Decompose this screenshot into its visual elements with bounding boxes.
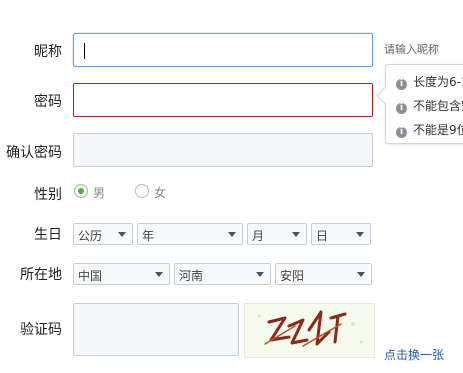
- chevron-down-icon: [118, 232, 126, 237]
- country-select[interactable]: 中国: [73, 263, 170, 285]
- select-value: 日: [316, 229, 329, 243]
- select-value: 安阳: [280, 269, 305, 283]
- location-label: 所在地: [20, 267, 62, 283]
- chevron-down-icon: [228, 232, 236, 237]
- gender-female-label[interactable]: 女: [154, 184, 166, 201]
- select-value: 公历: [78, 229, 103, 243]
- text-caret: [84, 43, 85, 59]
- select-value: 河南: [179, 269, 204, 283]
- city-select[interactable]: 安阳: [275, 263, 372, 285]
- captcha-label: 验证码: [20, 322, 62, 338]
- chevron-down-icon: [357, 272, 365, 277]
- info-icon: i: [396, 103, 407, 114]
- tooltip-rule: i 不能是9位: [396, 121, 463, 138]
- birth-day-select[interactable]: 日: [311, 223, 371, 245]
- gender-male-radio[interactable]: [74, 184, 88, 198]
- province-select[interactable]: 河南: [174, 263, 271, 285]
- chevron-down-icon: [155, 272, 163, 277]
- password-input[interactable]: [73, 83, 373, 117]
- chevron-down-icon: [356, 232, 364, 237]
- chevron-down-icon: [292, 232, 300, 237]
- tooltip-rule: i不能包含空: [396, 97, 463, 114]
- nickname-label: 昵称: [34, 44, 62, 60]
- password-label: 密码: [34, 94, 62, 110]
- select-value: 月: [252, 229, 265, 243]
- birth-month-select[interactable]: 月: [247, 223, 307, 245]
- calendar-type-select[interactable]: 公历: [73, 223, 133, 245]
- tooltip-arrow: [376, 86, 395, 105]
- select-value: 中国: [78, 269, 103, 283]
- gender-label: 性别: [34, 187, 62, 203]
- captcha-image[interactable]: [244, 303, 375, 358]
- gender-female-radio[interactable]: [135, 184, 149, 198]
- birth-year-select[interactable]: 年: [137, 223, 243, 245]
- nickname-rules-tooltip: i长度为6-1 i不能包含空 i不能是9位: [376, 64, 463, 144]
- nickname-hint: 请输入昵称: [384, 43, 439, 56]
- chevron-down-icon: [256, 272, 264, 277]
- captcha-input[interactable]: [73, 303, 239, 356]
- info-icon: i: [396, 79, 407, 90]
- confirm-password-label: 确认密码: [6, 145, 62, 161]
- tooltip-rule: i长度为6-1: [396, 73, 463, 90]
- captcha-refresh-link[interactable]: 点击换一张: [384, 346, 444, 363]
- birthday-label: 生日: [34, 227, 62, 243]
- gender-male-label[interactable]: 男: [93, 184, 105, 201]
- nickname-input[interactable]: [73, 33, 373, 67]
- info-icon: i: [396, 127, 407, 138]
- captcha-glyphs: [257, 310, 363, 347]
- select-value: 年: [142, 229, 155, 243]
- confirm-password-input[interactable]: [73, 133, 373, 167]
